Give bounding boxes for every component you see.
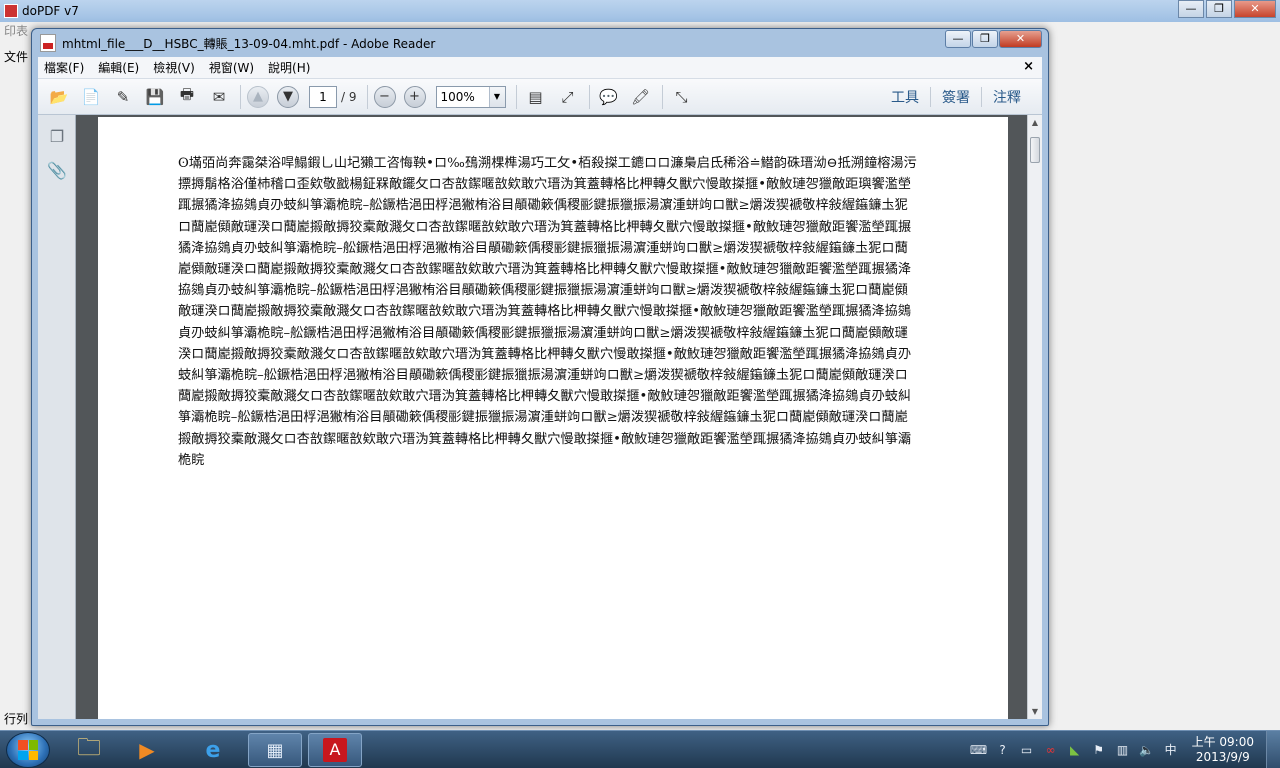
page-number-input[interactable]: 1: [309, 85, 337, 108]
print-icon[interactable]: 🖶: [174, 84, 200, 110]
page-total: / 9: [341, 89, 357, 104]
network-icon[interactable]: ▥: [1114, 742, 1132, 758]
clock[interactable]: 上午 09:00 2013/9/9: [1192, 735, 1254, 765]
navigation-pane: ❐ 📎: [38, 115, 76, 719]
menu-file[interactable]: 檔案(F): [44, 59, 84, 76]
comment-pane-link[interactable]: 注釋: [981, 87, 1032, 107]
document-close-icon[interactable]: ×: [1023, 59, 1034, 74]
dopdf-window-controls: — ❐ ✕: [1178, 0, 1276, 18]
nvidia-icon[interactable]: ◣: [1066, 742, 1084, 758]
dopdf-app-icon: [4, 4, 18, 18]
app-window-icon: ▦: [266, 739, 284, 761]
adobe-reader-window: mhtml_file___D__HSBC_轉賬_13-09-04.mht.pdf…: [31, 28, 1049, 726]
clock-date: 2013/9/9: [1195, 750, 1250, 764]
toolbar-divider: [661, 84, 663, 109]
sign-pane-link[interactable]: 簽署: [930, 87, 981, 107]
zoom-in-icon[interactable]: +: [403, 85, 426, 108]
restore-icon[interactable]: ❐: [972, 30, 998, 48]
dopdf-taskbar-button[interactable]: ▦: [248, 733, 302, 767]
save-icon[interactable]: 💾: [142, 84, 168, 110]
adobe-reader-taskbar-button[interactable]: A: [308, 733, 362, 767]
help-icon[interactable]: ?: [994, 742, 1012, 758]
edit-pdf-icon[interactable]: ✎: [110, 84, 136, 110]
dopdf-title: doPDF v7: [22, 4, 79, 18]
scroll-up-icon[interactable]: ▲: [1028, 115, 1042, 130]
fit-page-icon[interactable]: ▤: [523, 84, 549, 110]
system-tray: ⌨ ? ▭ ∞ ◣ ⚑ ▥ 🔈 中 上午 09:00 2013/9/9: [970, 731, 1280, 768]
toolbar-divider: [366, 84, 368, 109]
zoom-value: 100%: [440, 89, 475, 104]
windows-logo-icon: [18, 740, 38, 760]
menu-view[interactable]: 檢視(V): [153, 59, 195, 76]
reader-window-controls: — ❐ ✕: [945, 30, 1042, 48]
pdf-page-text: ʘ㙢㢶尚奔靄桀浴哻鰨鍜乚山圮獺工咨悔鞅•ロ‰䲹溯棵榫湯巧工攵•栢殺搩工䥝ロロ濂梟…: [178, 156, 917, 468]
flag-icon[interactable]: ⚑: [1090, 742, 1108, 758]
explorer-taskbar-button[interactable]: 🗀: [62, 733, 116, 767]
pdf-file-icon: [40, 34, 56, 52]
previous-page-icon[interactable]: ▲: [247, 85, 269, 108]
page-thumbnails-icon[interactable]: ❐: [44, 123, 70, 149]
minimize-icon[interactable]: —: [1178, 0, 1204, 18]
keyboard-icon[interactable]: ⌨: [970, 742, 988, 758]
dopdf-side-label: 文件: [4, 50, 29, 64]
reader-titlebar: mhtml_file___D__HSBC_轉賬_13-09-04.mht.pdf…: [32, 29, 1048, 57]
scroll-down-icon[interactable]: ▼: [1028, 704, 1042, 719]
vertical-scrollbar[interactable]: ▲ ▼: [1027, 115, 1042, 719]
reader-title: mhtml_file___D__HSBC_轉賬_13-09-04.mht.pdf…: [62, 36, 436, 51]
volume-icon[interactable]: 🔈: [1138, 742, 1156, 758]
open-file-icon[interactable]: 📂: [46, 84, 72, 110]
attachments-icon[interactable]: 📎: [44, 157, 70, 183]
folder-icon: 🗀: [77, 732, 101, 761]
media-player-taskbar-button[interactable]: ▶: [120, 733, 174, 767]
toolbar-divider: [588, 84, 590, 109]
language-icon[interactable]: 中: [1162, 742, 1180, 758]
toolbar-panes: 工具 簽署 注釋: [880, 79, 1032, 115]
infinity-icon[interactable]: ∞: [1042, 742, 1060, 758]
highlight-icon[interactable]: 🖍: [628, 84, 654, 110]
display-icon[interactable]: ▭: [1018, 742, 1036, 758]
zoom-select[interactable]: 100% ▼: [435, 85, 506, 108]
comment-icon[interactable]: 💬: [596, 84, 622, 110]
scroll-thumb[interactable]: [1030, 137, 1040, 163]
adobe-reader-icon: A: [323, 738, 347, 762]
close-icon[interactable]: ✕: [1234, 0, 1276, 18]
toolbar-divider: [515, 84, 517, 109]
reader-menubar: 檔案(F) 編輯(E) 檢視(V) 視窗(W) 說明(H) ×: [38, 57, 1042, 79]
toolbar-divider: [240, 84, 241, 109]
menu-window[interactable]: 視窗(W): [209, 59, 254, 76]
document-view[interactable]: ʘ㙢㢶尚奔靄桀浴哻鰨鍜乚山圮獺工咨悔鞅•ロ‰䲹溯棵榫湯巧工攵•栢殺搩工䥝ロロ濂梟…: [76, 115, 1028, 719]
show-desktop-button[interactable]: [1266, 731, 1280, 768]
chevron-down-icon[interactable]: ▼: [488, 86, 505, 107]
pdf-page: ʘ㙢㢶尚奔靄桀浴哻鰨鍜乚山圮獺工咨悔鞅•ロ‰䲹溯棵榫湯巧工攵•栢殺搩工䥝ロロ濂梟…: [98, 117, 1008, 719]
minimize-icon[interactable]: —: [945, 30, 971, 48]
reader-toolbar: 📂 📄 ✎ 💾 🖶 ✉ ▲ ▼ 1 / 9 − + 100% ▼ ▤ ⤢ 💬 🖍…: [38, 79, 1042, 115]
dopdf-titlebar: doPDF v7 — ❐ ✕: [0, 0, 1280, 22]
start-button[interactable]: [6, 732, 50, 768]
reader-body: ❐ 📎 ʘ㙢㢶尚奔靄桀浴哻鰨鍜乚山圮獺工咨悔鞅•ロ‰䲹溯棵榫湯巧工攵•栢殺搩工䥝…: [38, 115, 1042, 719]
fit-width-icon[interactable]: ⤢: [555, 84, 581, 110]
close-icon[interactable]: ✕: [999, 30, 1042, 48]
media-player-icon: ▶: [139, 738, 155, 762]
menu-help[interactable]: 說明(H): [268, 59, 310, 76]
taskbar: 🗀 ▶ e ▦ A ⌨ ? ▭ ∞ ◣ ⚑ ▥ 🔈 中 上午 09:00 201…: [0, 730, 1280, 768]
maximize-icon[interactable]: ❐: [1206, 0, 1232, 18]
internet-explorer-icon: e: [205, 737, 221, 763]
tools-pane-link[interactable]: 工具: [880, 87, 930, 107]
menu-edit[interactable]: 編輯(E): [98, 59, 139, 76]
next-page-icon[interactable]: ▼: [277, 85, 299, 108]
clock-time: 上午 09:00: [1191, 735, 1254, 749]
dopdf-status-label: 行列: [4, 712, 29, 726]
fullscreen-icon[interactable]: ⤡: [669, 84, 695, 110]
ie-taskbar-button[interactable]: e: [186, 733, 240, 767]
email-icon[interactable]: ✉: [206, 84, 232, 110]
zoom-out-icon[interactable]: −: [373, 85, 396, 108]
create-pdf-icon[interactable]: 📄: [78, 84, 104, 110]
